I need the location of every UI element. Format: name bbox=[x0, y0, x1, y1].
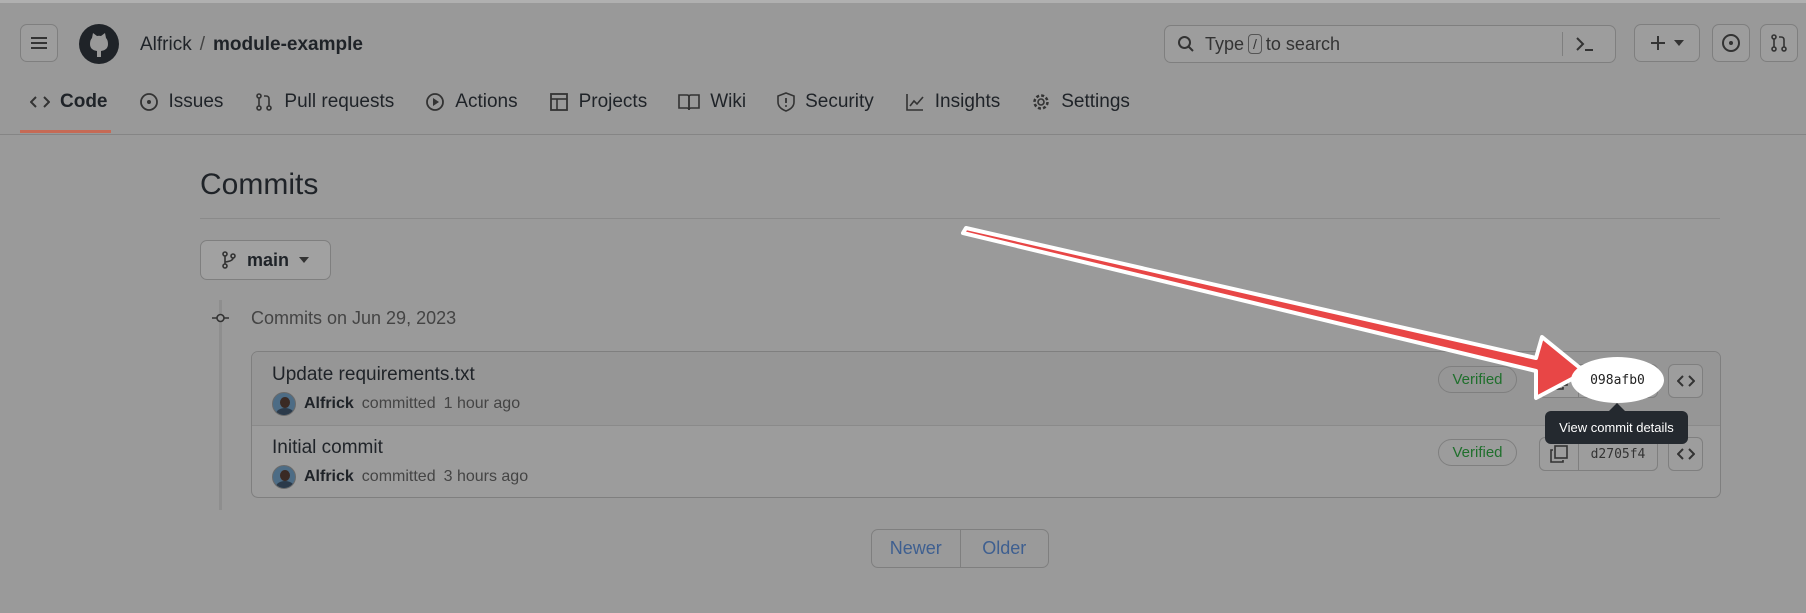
tooltip-pointer bbox=[1609, 403, 1625, 411]
commit-details-tooltip: View commit details bbox=[1545, 411, 1688, 444]
annotation-arrow bbox=[961, 226, 1587, 400]
pagination: Newer Older bbox=[871, 529, 1049, 568]
newer-button[interactable]: Newer bbox=[872, 530, 960, 567]
older-button[interactable]: Older bbox=[959, 530, 1049, 567]
highlighted-commit-sha[interactable]: 098afb0 bbox=[1574, 360, 1661, 400]
